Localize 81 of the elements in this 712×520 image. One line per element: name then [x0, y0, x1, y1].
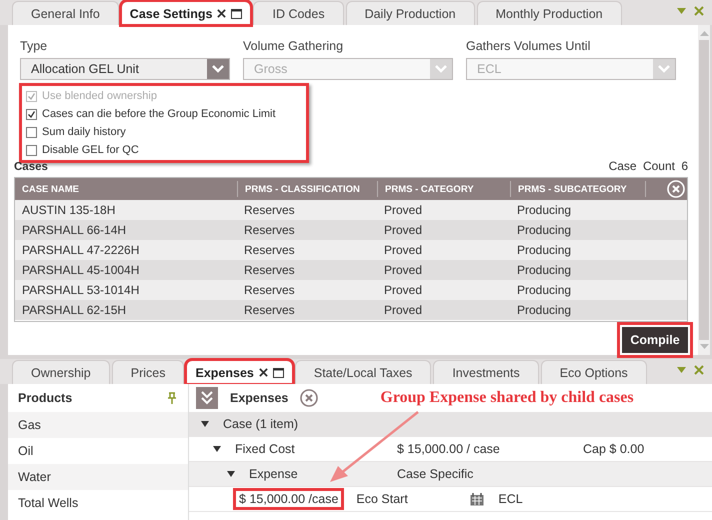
- column-header[interactable]: PRMS - CLASSIFICATION: [237, 181, 377, 197]
- panel-title: Products: [18, 391, 72, 405]
- option-checkbox[interactable]: Disable GEL for QC: [26, 141, 302, 159]
- tab[interactable]: Eco Options: [540, 360, 647, 384]
- calendar-icon[interactable]: [470, 492, 484, 506]
- product-item[interactable]: Gas: [8, 412, 188, 438]
- expand-icon[interactable]: [227, 471, 235, 477]
- maximize-icon[interactable]: [231, 8, 242, 18]
- close-icon[interactable]: [217, 9, 226, 18]
- field-label: Gathers Volumes Until: [466, 39, 592, 53]
- checkbox[interactable]: [26, 144, 37, 156]
- expand-icon[interactable]: [213, 446, 221, 452]
- chevron-down-icon[interactable]: [212, 65, 224, 73]
- amount-field[interactable]: $ 15,000.00 /case: [233, 488, 344, 510]
- option-checkbox[interactable]: Cases can die before the Group Economic Limit: [26, 105, 302, 123]
- expand-icon[interactable]: [201, 421, 209, 427]
- dropdown[interactable]: Allocation GEL Unit: [20, 58, 230, 80]
- cost-value: $ 15,000.00 / case: [397, 442, 501, 456]
- double-chevron-icon: [201, 391, 213, 405]
- group-label: Case (1 item): [223, 417, 298, 431]
- table-cell-text: Proved: [383, 283, 424, 297]
- table-cell-text: PARSHALL 66-14H: [21, 223, 128, 237]
- table-cell-text: Reserves: [243, 283, 296, 297]
- tab[interactable]: Case Settings: [120, 1, 252, 25]
- column-header[interactable]: PRMS - SUBCATEGORY: [510, 181, 645, 197]
- tab[interactable]: Investments: [433, 360, 539, 384]
- dropdown-icon[interactable]: [677, 367, 686, 373]
- pin-icon[interactable]: [168, 392, 176, 404]
- table-cell-text: Producing: [516, 303, 572, 317]
- table-cell-text: Reserves: [243, 243, 296, 257]
- product-item[interactable]: Water: [8, 464, 188, 490]
- table-cell-text: Producing: [516, 203, 572, 217]
- table-cell-text: PARSHALL 53-1014H: [21, 283, 140, 297]
- checkbox[interactable]: [26, 126, 37, 138]
- table-cell-text: Reserves: [243, 203, 296, 217]
- tab[interactable]: Expenses: [186, 360, 293, 384]
- tab[interactable]: Ownership: [12, 360, 110, 384]
- table-cell-text: AUSTIN 135-18H: [21, 203, 116, 217]
- table-cell-text: PARSHALL 62-15H: [21, 303, 128, 317]
- table-cell-text: Producing: [516, 283, 572, 297]
- close-icon[interactable]: [258, 368, 268, 377]
- table-cell-text: Reserves: [243, 263, 296, 277]
- tab[interactable]: ID Codes: [253, 1, 344, 25]
- column-header[interactable]: CASE NAME: [15, 181, 237, 197]
- collapse-button[interactable]: [196, 387, 218, 409]
- row-label: Fixed Cost: [235, 442, 296, 456]
- table-cell-text: Proved: [383, 263, 424, 277]
- tab[interactable]: Prices: [112, 360, 184, 384]
- section-title: Cases: [14, 161, 48, 173]
- checkbox[interactable]: [26, 108, 37, 120]
- annotation-text: Group Expense shared by child cases: [380, 389, 634, 407]
- cap-value: Cap $ 0.00: [583, 442, 644, 456]
- tab[interactable]: Monthly Production: [476, 1, 622, 25]
- column-header[interactable]: PRMS - CATEGORY: [377, 181, 510, 197]
- option-checkbox[interactable]: Sum daily history: [26, 123, 302, 141]
- tab[interactable]: Daily Production: [346, 1, 475, 25]
- table-cell-text: PARSHALL 47-2226H: [21, 243, 140, 257]
- tab[interactable]: General Info: [12, 1, 119, 25]
- table-cell-text: Reserves: [243, 223, 296, 237]
- table-cell-text: Producing: [516, 263, 572, 277]
- table-cell-text: PARSHALL 45-1004H: [21, 263, 140, 277]
- table-cell-text: Proved: [383, 243, 424, 257]
- field-label: Type: [20, 39, 48, 53]
- table-cell-text: Proved: [383, 223, 424, 237]
- start-value: Eco Start: [356, 492, 409, 506]
- row-label: Expense: [249, 467, 299, 481]
- table-cell-text: Proved: [383, 203, 424, 217]
- compile-button[interactable]: Compile: [622, 327, 688, 353]
- maximize-icon[interactable]: [272, 368, 284, 378]
- dropdown-icon[interactable]: [677, 8, 686, 14]
- end-value: ECL: [498, 492, 523, 506]
- table-cell-text: Reserves: [243, 303, 296, 317]
- expense-type: Case Specific: [397, 467, 474, 481]
- field-label: Volume Gathering: [243, 39, 344, 53]
- section-title: Expenses: [230, 391, 288, 405]
- table-cell-text: Proved: [383, 303, 424, 317]
- tab[interactable]: State/Local Taxes: [294, 360, 432, 384]
- clear-icon[interactable]: [300, 389, 318, 407]
- table-cell-text: Producing: [516, 243, 572, 257]
- table-cell-text: Producing: [516, 223, 572, 237]
- case-count: Case Count 6: [608, 159, 688, 173]
